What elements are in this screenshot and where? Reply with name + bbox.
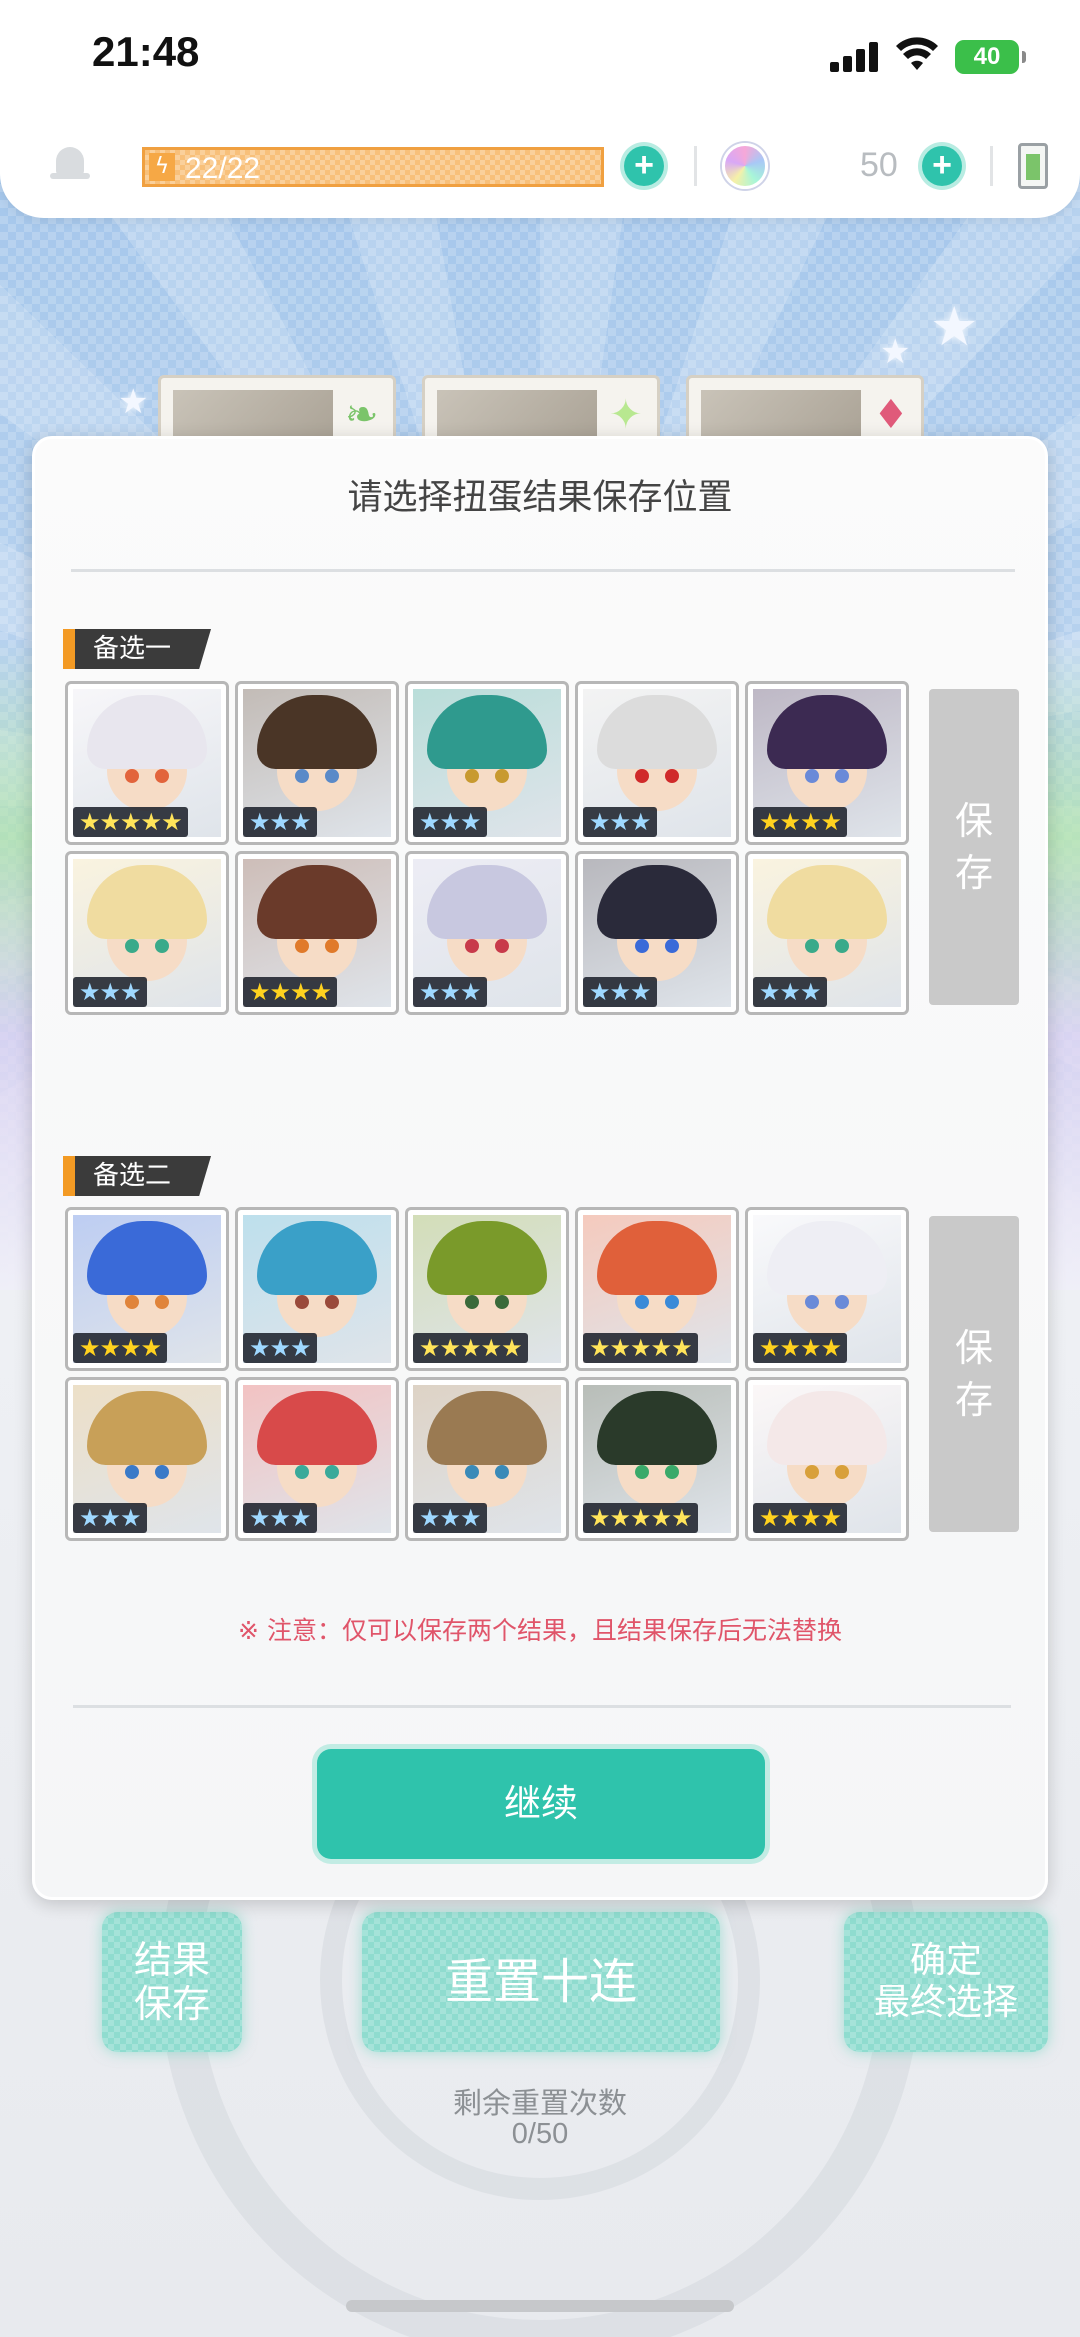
character-card[interactable]: ★★★ xyxy=(235,681,399,845)
gem-count: 50 xyxy=(860,146,898,184)
remaining-resets-value: 0/50 xyxy=(511,2118,569,2150)
character-card[interactable]: ★★★ xyxy=(405,851,569,1015)
character-card[interactable]: ★★★ xyxy=(405,1377,569,1541)
rarity-stars: ★★★★ xyxy=(243,977,338,1007)
rarity-stars: ★★★★ xyxy=(753,807,848,837)
rarity-stars: ★★★★ xyxy=(753,1333,848,1363)
option-2-tag: 备选二 xyxy=(63,1156,212,1196)
result-save-label-1: 结果 xyxy=(133,1938,210,1982)
rarity-stars: ★★★★ xyxy=(73,1333,168,1363)
divider xyxy=(694,146,697,186)
character-card[interactable]: ★★★ xyxy=(405,681,569,845)
save-notice: ※ 注意：仅可以保存两个结果，且结果保存后无法替换 xyxy=(238,1616,842,1645)
rarity-stars: ★★★ xyxy=(413,977,487,1007)
gem-icon xyxy=(722,143,768,189)
stamina-bar: ϟ 22/22 xyxy=(142,147,604,187)
rarity-stars: ★★★★★ xyxy=(583,1503,698,1533)
rarity-stars: ★★★ xyxy=(583,807,657,837)
rarity-stars: ★★★ xyxy=(73,977,147,1007)
save-label: 保 xyxy=(954,1326,993,1370)
reset-ten-pull-button[interactable]: 重置十连 xyxy=(362,1912,720,2052)
add-gems-button[interactable]: + xyxy=(922,146,962,186)
rarity-stars: ★★★ xyxy=(73,1503,147,1533)
bell-icon[interactable] xyxy=(50,145,90,185)
leaf-icon: ❧ xyxy=(345,392,379,438)
stamina-value: 22/22 xyxy=(185,152,261,185)
confirm-label-1: 确定 xyxy=(909,1940,982,1981)
dialog-title: 请选择扭蛋结果保存位置 xyxy=(347,478,733,518)
status-bar: 21:48 40 xyxy=(0,0,1080,120)
option-2-grid: ★★★★ ★★★ ★★★★★ ★★★★★ ★★★★ ★★★ ★★★ ★★★ ★★★★★ ★★★★ xyxy=(65,1207,915,1547)
character-card[interactable]: ★★★★★ xyxy=(575,1377,739,1541)
continue-button[interactable]: 继续 xyxy=(317,1749,765,1859)
option-1-tag: 备选一 xyxy=(63,629,212,669)
character-card[interactable]: ★★★ xyxy=(235,1207,399,1371)
rarity-stars: ★★★★★ xyxy=(413,1333,528,1363)
character-card[interactable]: ★★★★★ xyxy=(65,681,229,845)
confirm-label-2: 最终选择 xyxy=(873,1982,1018,2023)
character-card[interactable]: ★★★ xyxy=(65,851,229,1015)
star-decoration-icon: ★ xyxy=(118,382,149,422)
remaining-resets-label: 剩余重置次数 xyxy=(452,2086,627,2120)
option-1-grid: ★★★★★ ★★★ ★★★ ★★★ ★★★★ ★★★ ★★★★ ★★★ ★★★ ★★★ xyxy=(65,681,915,1021)
divider xyxy=(990,146,993,186)
character-card[interactable]: ★★★★★ xyxy=(405,1207,569,1371)
rarity-stars: ★★★ xyxy=(753,977,827,1007)
star-decoration-icon: ★ xyxy=(880,332,911,372)
character-card[interactable]: ★★★ xyxy=(65,1377,229,1541)
rarity-stars: ★★★ xyxy=(243,807,317,837)
reset-ten-pull-label: 重置十连 xyxy=(444,1954,637,2010)
save-option-2-button[interactable]: 保 存 xyxy=(929,1216,1019,1532)
diamond-icon: ♦ xyxy=(873,392,909,438)
character-card[interactable]: ★★★ xyxy=(235,1377,399,1541)
save-label: 保 xyxy=(954,799,993,843)
character-card[interactable]: ★★★★ xyxy=(65,1207,229,1371)
character-card[interactable]: ★★★★★ xyxy=(575,1207,739,1371)
rarity-stars: ★★★ xyxy=(583,977,657,1007)
character-card[interactable]: ★★★ xyxy=(575,681,739,845)
cellular-signal-icon xyxy=(830,42,880,72)
save-label: 存 xyxy=(954,851,993,895)
rarity-stars: ★★★ xyxy=(413,1503,487,1533)
title-divider xyxy=(71,569,1015,572)
save-label: 存 xyxy=(954,1378,993,1422)
character-card[interactable]: ★★★★ xyxy=(745,1207,909,1371)
confirm-final-choice-button[interactable]: 确定 最终选择 xyxy=(844,1912,1048,2052)
rarity-stars: ★★★★ xyxy=(753,1503,848,1533)
battery-level: 40 xyxy=(973,43,1001,70)
star-decoration-icon: ★ xyxy=(930,295,979,358)
bottom-divider xyxy=(73,1705,1011,1708)
result-save-button[interactable]: 结果 保存 xyxy=(102,1912,242,2052)
rarity-stars: ★★★★★ xyxy=(583,1333,698,1363)
rarity-stars: ★★★★★ xyxy=(73,807,188,837)
result-save-label-2: 保存 xyxy=(133,1982,210,2026)
save-option-1-button[interactable]: 保 存 xyxy=(929,689,1019,1005)
phone-icon[interactable] xyxy=(1018,143,1048,189)
home-indicator[interactable] xyxy=(346,2300,734,2312)
rarity-stars: ★★★ xyxy=(243,1503,317,1533)
character-card[interactable]: ★★★ xyxy=(575,851,739,1015)
battery-icon: 40 xyxy=(955,40,1026,74)
lightning-icon: ϟ xyxy=(149,153,175,181)
character-card[interactable]: ★★★ xyxy=(745,851,909,1015)
character-card[interactable]: ★★★★ xyxy=(745,1377,909,1541)
rarity-stars: ★★★ xyxy=(413,807,487,837)
wifi-icon xyxy=(896,37,938,70)
add-stamina-button[interactable]: + xyxy=(624,146,664,186)
character-card[interactable]: ★★★★ xyxy=(235,851,399,1015)
character-card[interactable]: ★★★★ xyxy=(745,681,909,845)
sparkle-icon: ✦ xyxy=(609,392,643,438)
rarity-stars: ★★★ xyxy=(243,1333,317,1363)
save-location-dialog: 请选择扭蛋结果保存位置 备选一 ★★★★★ ★★★ ★★★ ★★★ ★★★★ ★★★ ★★★… xyxy=(32,436,1048,1900)
status-time: 21:48 xyxy=(92,28,200,75)
